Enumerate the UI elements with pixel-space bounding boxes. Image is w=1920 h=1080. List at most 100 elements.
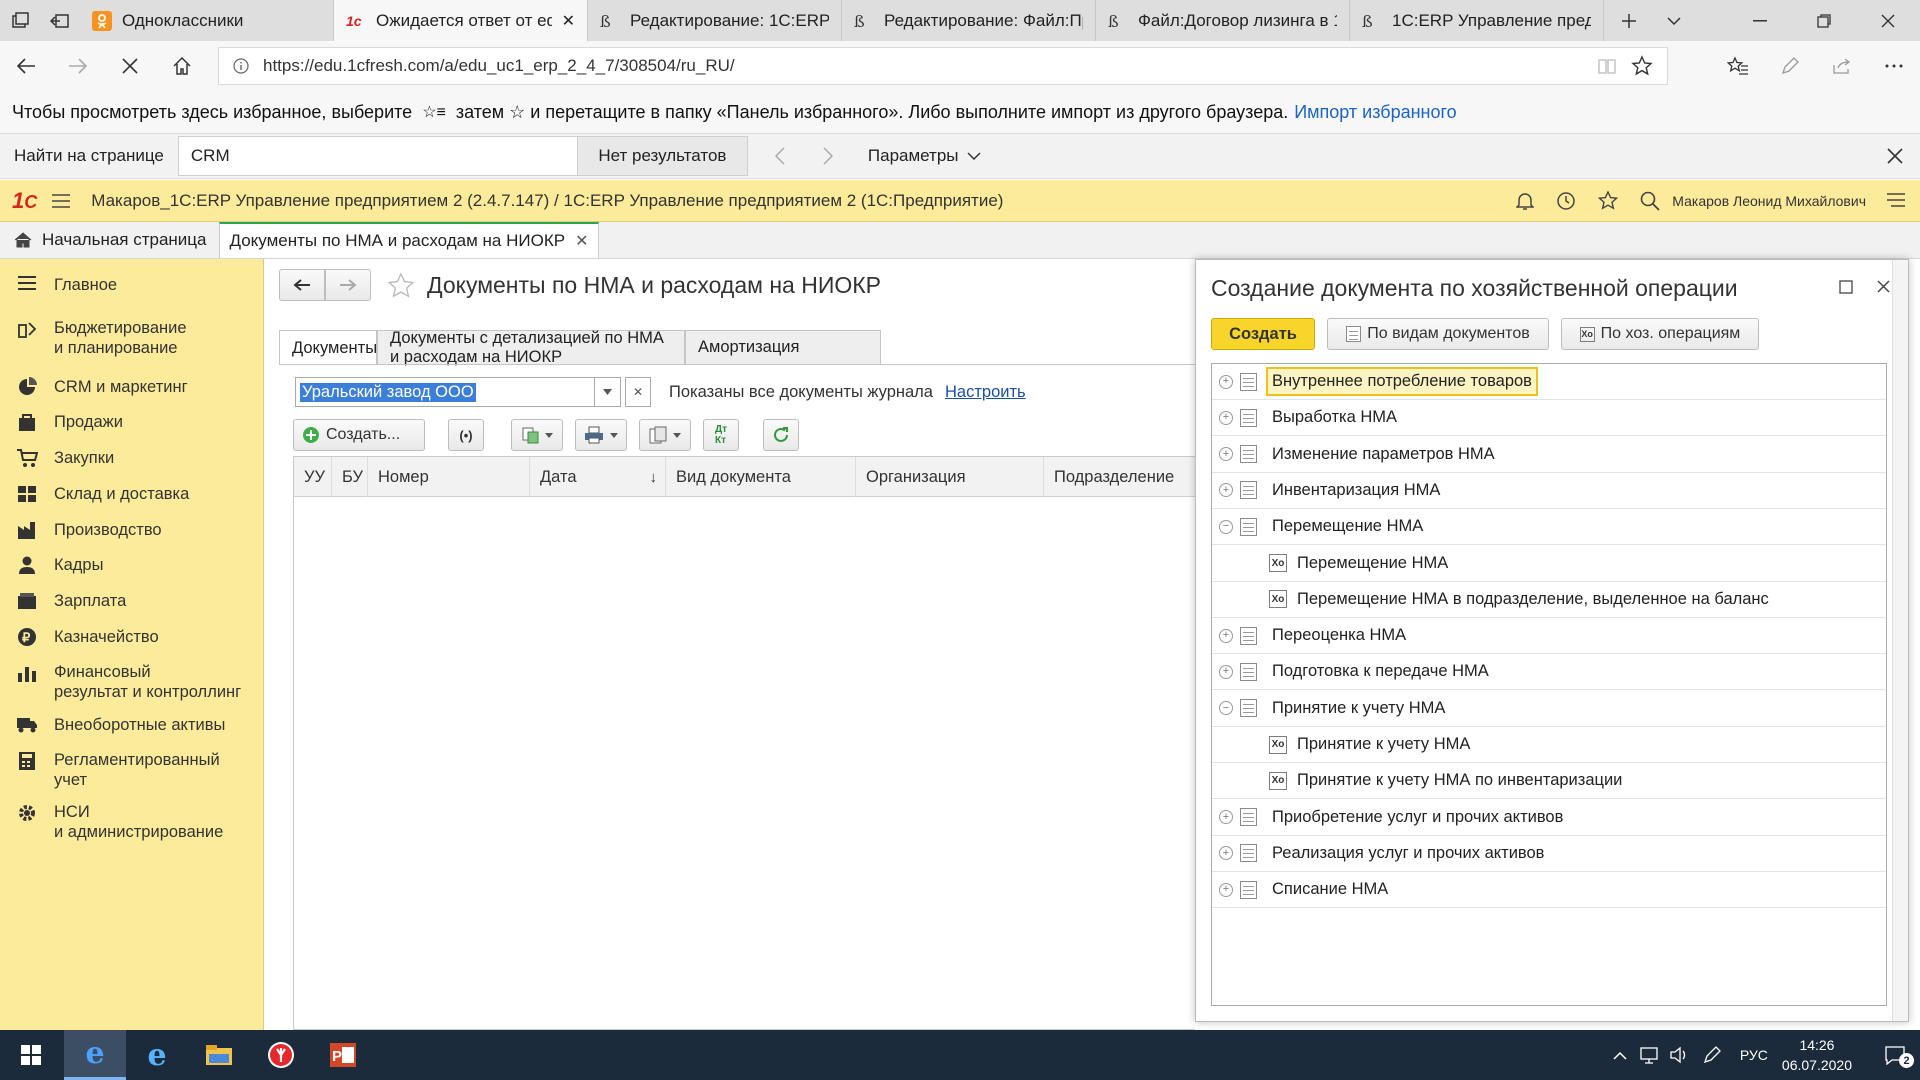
import-favorites-link[interactable]: Импорт избранного <box>1294 102 1456 123</box>
expand-icon[interactable]: + <box>1219 447 1233 462</box>
minimize-button[interactable] <box>1728 0 1792 41</box>
close-tab-icon[interactable]: ✕ <box>562 11 575 31</box>
nav-forward-button[interactable] <box>325 269 371 301</box>
network-icon[interactable] <box>1634 1046 1664 1064</box>
column-header[interactable]: Номер <box>368 457 530 497</box>
ie-taskbar-icon[interactable]: e <box>126 1030 188 1080</box>
bell-icon[interactable] <box>1516 191 1535 211</box>
tab-actions-icon[interactable] <box>0 0 40 41</box>
column-header[interactable]: БУ <box>332 457 368 497</box>
file-explorer-taskbar-icon[interactable] <box>188 1030 250 1080</box>
browser-tab[interactable]: ß Файл:Договор лизинга в 1( <box>1096 0 1350 41</box>
tree-row[interactable]: + Выработка НМА <box>1212 400 1886 437</box>
sidebar-item[interactable]: Главное <box>0 274 264 295</box>
expand-icon[interactable]: + <box>1219 483 1233 498</box>
stop-loading-button[interactable] <box>104 41 156 91</box>
column-header[interactable]: Подразделение <box>1044 457 1196 497</box>
tree-row[interactable]: + Подготовка к передаче НМА <box>1212 654 1886 691</box>
tree-row[interactable]: Xo Принятие к учету НМА <box>1212 727 1886 763</box>
form-tab[interactable]: Амортизация <box>685 330 881 364</box>
edge-taskbar-icon[interactable]: e <box>64 1030 126 1080</box>
sidebar-item[interactable]: Кадры <box>0 554 264 575</box>
column-header[interactable]: Организация <box>856 457 1044 497</box>
dt-kt-button[interactable]: Дт Кт <box>703 419 739 451</box>
collapse-icon[interactable]: − <box>1219 701 1233 716</box>
create-based-on-button[interactable] <box>511 419 563 451</box>
start-button[interactable] <box>0 1030 62 1080</box>
close-tab-icon[interactable]: ✕ <box>575 231 588 251</box>
tree-row[interactable]: + Списание НМА <box>1212 872 1886 909</box>
sidebar-item[interactable]: Зарплата <box>0 590 264 611</box>
organization-field[interactable]: Уральский завод ООО <box>295 377 595 407</box>
main-menu-icon[interactable] <box>51 193 71 209</box>
expand-icon[interactable]: + <box>1219 882 1233 897</box>
expand-icon[interactable]: + <box>1219 410 1233 425</box>
create-button[interactable]: Создать... <box>293 419 425 451</box>
find-close-button[interactable] <box>1870 148 1920 164</box>
expand-icon[interactable]: + <box>1219 628 1233 643</box>
favorite-form-star-icon[interactable] <box>387 272 415 300</box>
tree-row[interactable]: + Изменение параметров НМА <box>1212 437 1886 473</box>
column-header[interactable]: Вид документа <box>666 457 856 497</box>
browser-tab[interactable]: 1с Ожидается ответ от ed ✕ <box>334 0 588 41</box>
sidebar-item[interactable]: Бюджетирование и планирование <box>0 318 264 358</box>
sidebar-item[interactable]: Продажи <box>0 411 264 432</box>
powerpoint-taskbar-icon[interactable]: P <box>312 1030 374 1080</box>
favorites-star-icon[interactable] <box>1598 190 1619 211</box>
settings-menu-icon[interactable] <box>1886 192 1906 210</box>
expand-icon[interactable]: + <box>1219 664 1233 679</box>
set-tabs-aside-icon[interactable] <box>40 0 80 41</box>
site-info-icon[interactable] <box>233 58 249 74</box>
close-dialog-icon[interactable] <box>1877 280 1890 293</box>
dialog-create-button[interactable]: Создать <box>1211 318 1315 350</box>
reading-view-icon[interactable] <box>1597 57 1617 75</box>
language-indicator[interactable]: РУС <box>1740 1047 1768 1063</box>
column-header[interactable]: Дата ↓ <box>530 457 666 497</box>
organization-clear-button[interactable]: ✕ <box>625 377 651 407</box>
tree-row[interactable]: + Реализация услуг и прочих активов <box>1212 836 1886 872</box>
radio-broadcast-button[interactable]: (•) <box>448 419 484 451</box>
volume-icon[interactable] <box>1664 1046 1694 1064</box>
pen-workspace-icon[interactable] <box>1694 1045 1730 1065</box>
sidebar-item[interactable]: Регламентированный учет <box>0 750 264 790</box>
reports-button[interactable] <box>639 419 691 451</box>
yandex-browser-taskbar-icon[interactable] <box>250 1030 312 1080</box>
more-menu-icon[interactable] <box>1868 41 1920 91</box>
by-operations-button[interactable]: Xo По хоз. операциям <box>1561 318 1759 350</box>
tree-row[interactable]: − Принятие к учету НМА <box>1212 691 1886 727</box>
form-tab[interactable]: Документы с детализацией по НМА и расход… <box>377 329 685 366</box>
print-button[interactable] <box>575 419 627 451</box>
browser-tab[interactable]: ß 1С:ERP Управление предпр <box>1350 0 1604 41</box>
user-name[interactable]: Макаров Леонид Михайлович <box>1672 193 1866 209</box>
organization-dropdown-button[interactable] <box>595 377 621 407</box>
sidebar-item[interactable]: ₽ Казначейство <box>0 626 264 647</box>
back-button[interactable] <box>0 41 52 91</box>
sidebar-item[interactable]: CRM и маркетинг <box>0 376 264 397</box>
tab-current-document[interactable]: Документы по НМА и расходам на НИОКР ✕ <box>218 222 600 258</box>
tree-row[interactable]: + Инвентаризация НМА <box>1212 473 1886 509</box>
action-center-icon[interactable]: 2 <box>1870 1045 1920 1068</box>
browser-tab[interactable]: ß Редактирование: 1С:ERP Уг <box>588 0 842 41</box>
notes-pen-icon[interactable] <box>1764 41 1816 91</box>
browser-tab[interactable]: Одноклассники <box>80 0 334 41</box>
find-next-button[interactable] <box>806 146 850 166</box>
sidebar-item[interactable]: Финансовый результат и контроллинг <box>0 662 264 702</box>
url-field[interactable]: https://edu.1cfresh.com/a/edu_uc1_erp_2_… <box>218 47 1668 85</box>
tree-row[interactable]: + Переоценка НМА <box>1212 618 1886 655</box>
maximize-dialog-icon[interactable] <box>1839 280 1853 294</box>
home-button[interactable] <box>156 41 208 91</box>
close-window-button[interactable] <box>1856 0 1920 41</box>
sidebar-item[interactable]: Склад и доставка <box>0 483 264 504</box>
share-icon[interactable] <box>1816 41 1868 91</box>
sidebar-item[interactable]: Закупки <box>0 447 264 468</box>
show-hidden-icons[interactable] <box>1606 1051 1634 1060</box>
restore-button[interactable] <box>1792 0 1856 41</box>
forward-button[interactable] <box>52 41 104 91</box>
collapse-icon[interactable]: − <box>1219 519 1233 534</box>
tree-row[interactable]: Xo Перемещение НМА <box>1212 546 1886 582</box>
expand-icon[interactable]: + <box>1219 374 1233 389</box>
refresh-button[interactable] <box>763 419 799 451</box>
find-input[interactable]: CRM <box>177 136 578 176</box>
tree-row[interactable]: Xo Перемещение НМА в подразделение, выдел… <box>1212 582 1886 618</box>
tree-row[interactable]: + Внутреннее потребление товаров <box>1212 364 1886 400</box>
